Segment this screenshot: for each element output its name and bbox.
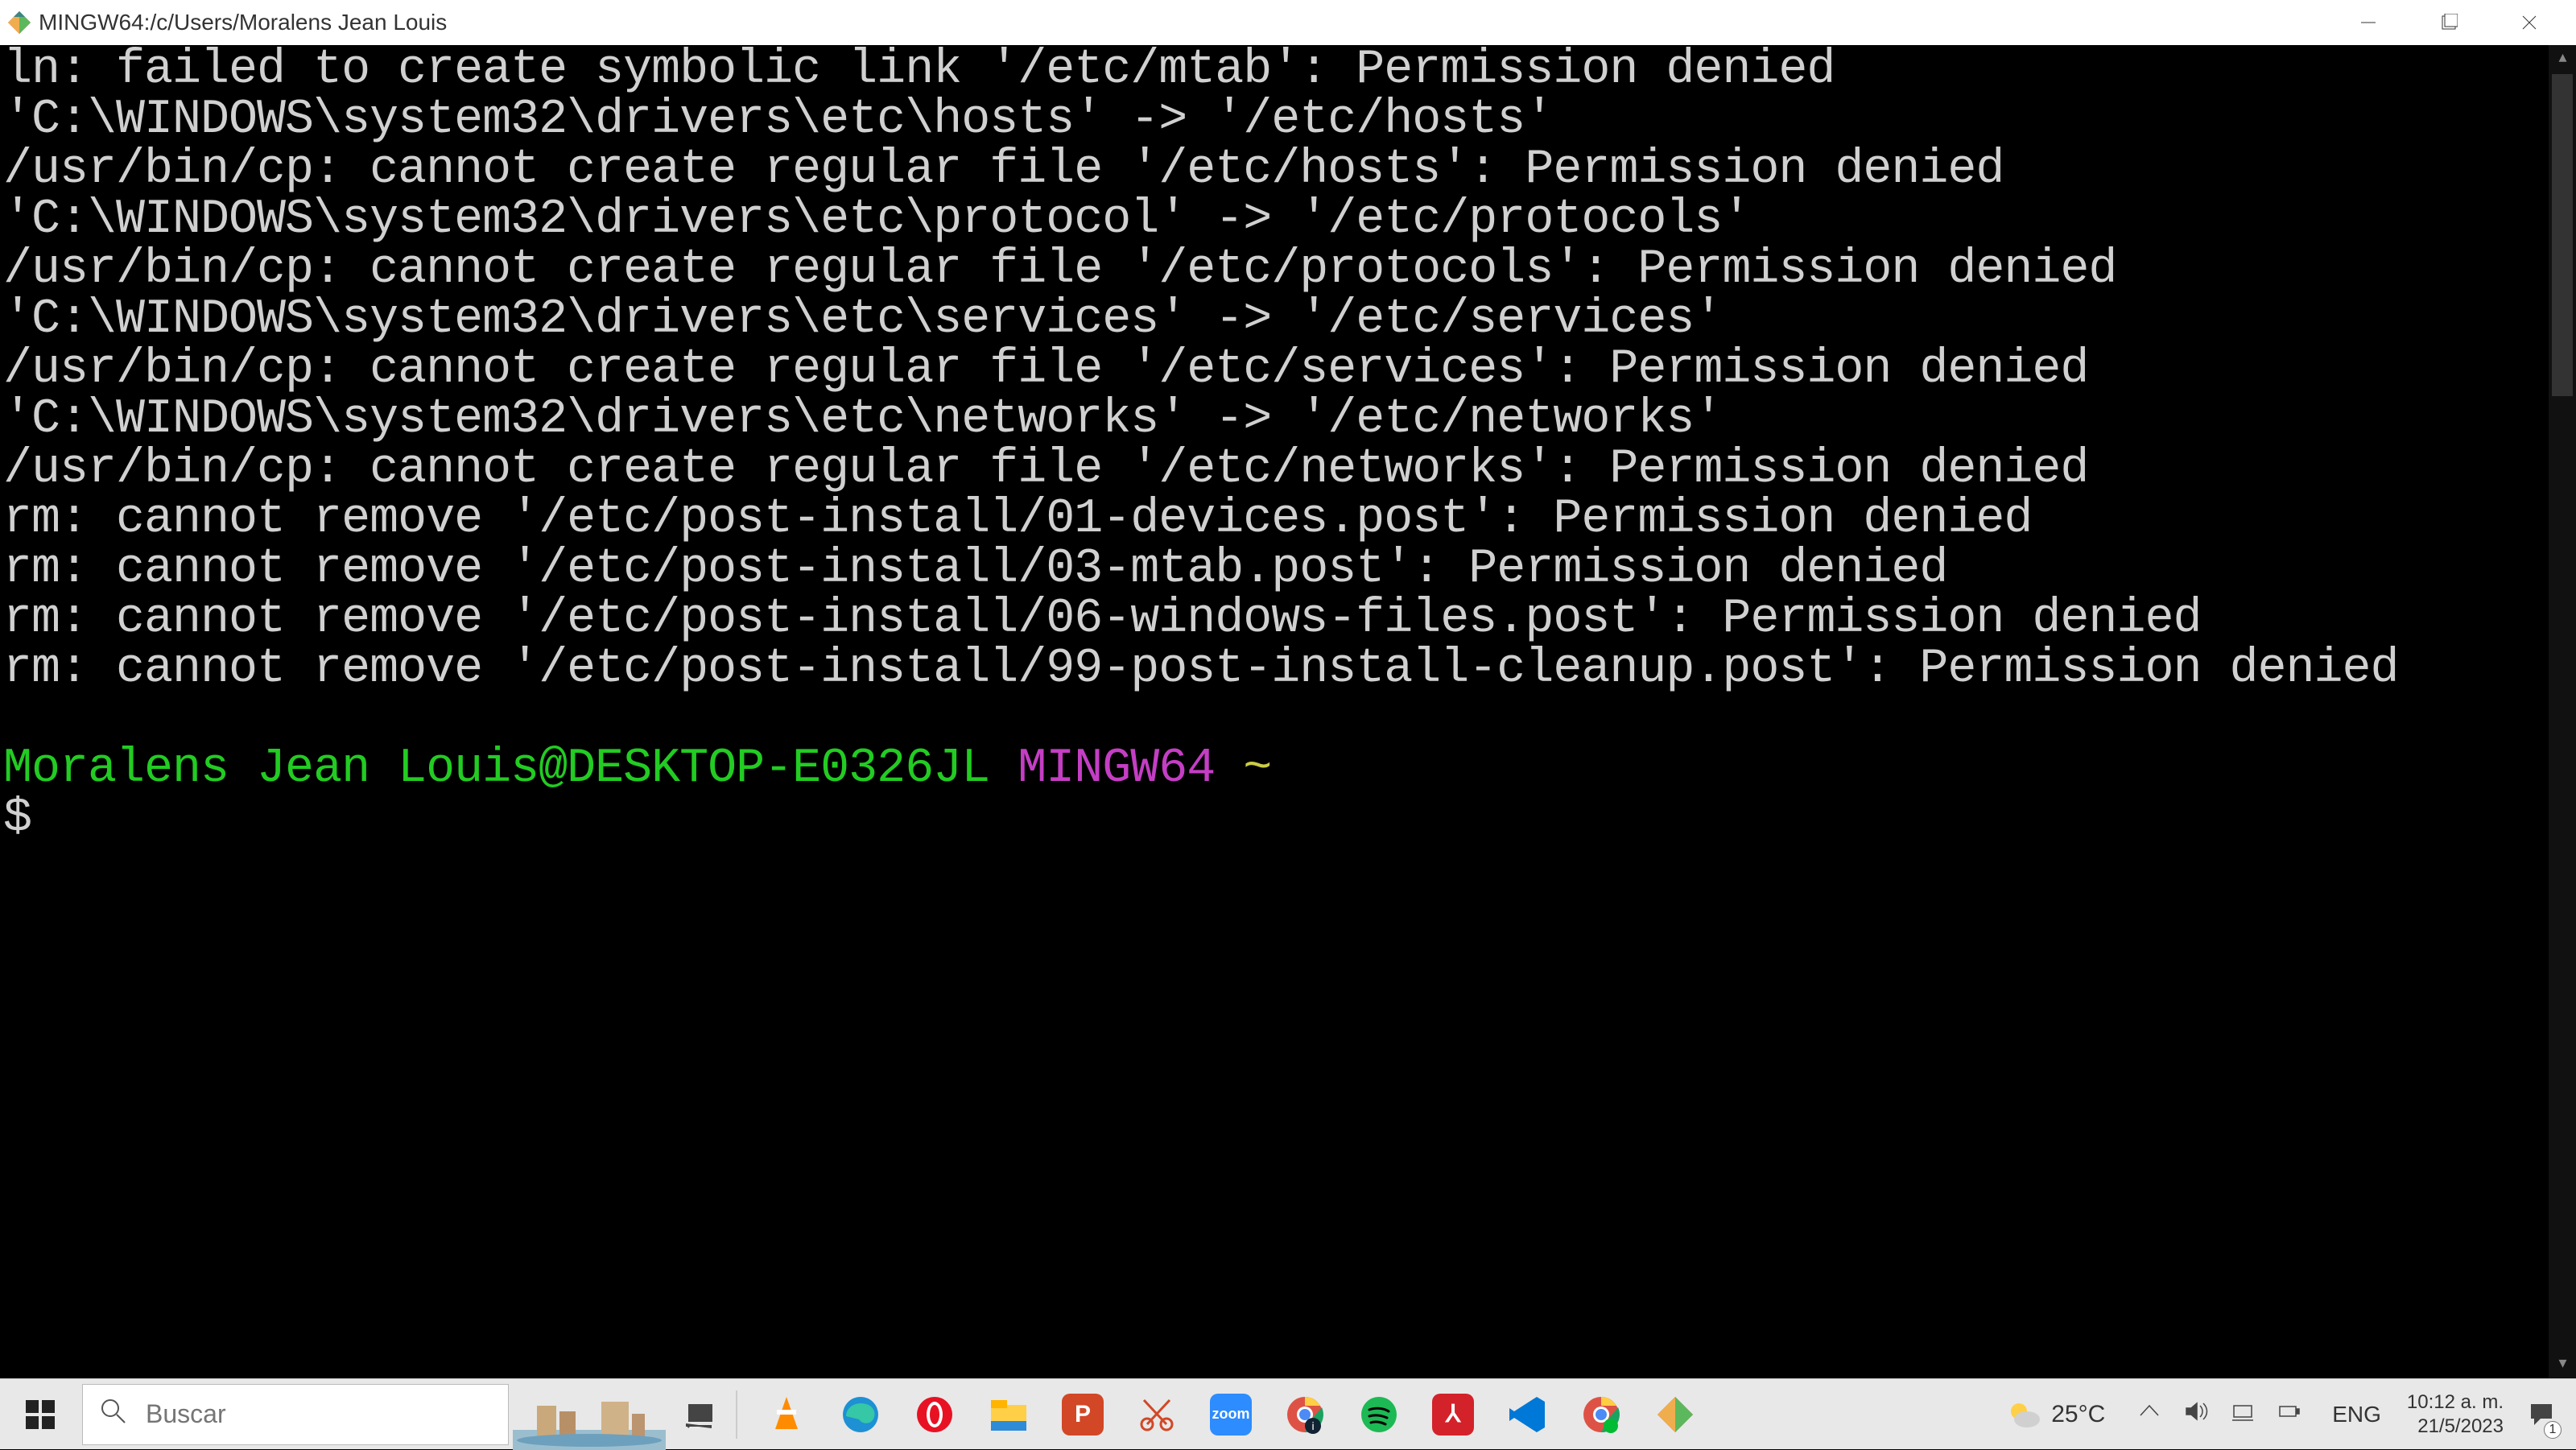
terminal-area[interactable]: ln: failed to create symbolic link '/etc…	[0, 45, 2576, 1378]
app-vlc[interactable]	[758, 1386, 815, 1443]
prompt-path: ~	[1243, 742, 1271, 796]
tray-icons	[2121, 1399, 2318, 1429]
notification-badge: 1	[2544, 1421, 2562, 1439]
maximize-button[interactable]	[2409, 0, 2489, 45]
app-acrobat[interactable]: ⅄	[1425, 1386, 1481, 1443]
app-zoom[interactable]: zoom	[1203, 1386, 1259, 1443]
scroll-thumb[interactable]	[2552, 74, 2573, 396]
app-chrome[interactable]: i	[1277, 1386, 1333, 1443]
scroll-up-icon[interactable]: ▴	[2549, 45, 2576, 72]
app-snip[interactable]	[1129, 1386, 1185, 1443]
minimize-button[interactable]	[2328, 0, 2409, 45]
app-powerpoint[interactable]: P	[1055, 1386, 1111, 1443]
window-title: MINGW64:/c/Users/Moralens Jean Louis	[39, 10, 447, 35]
app-edge[interactable]	[832, 1386, 889, 1443]
action-center-button[interactable]: 1	[2515, 1379, 2568, 1450]
weather-widget[interactable]: 25°C	[1990, 1397, 2121, 1432]
network-icon[interactable]	[2231, 1399, 2255, 1429]
app-git-bash[interactable]	[1647, 1386, 1703, 1443]
terminal-scrollbar[interactable]: ▴ ▾	[2549, 45, 2576, 1378]
git-bash-icon	[6, 10, 32, 35]
start-button[interactable]	[0, 1379, 80, 1450]
svg-text:i: i	[1311, 1419, 1314, 1432]
app-vscode[interactable]	[1499, 1386, 1555, 1443]
windows-logo-icon	[26, 1400, 55, 1429]
prompt-env: MINGW64	[1018, 742, 1215, 796]
clock-date: 21/5/2023	[2417, 1415, 2504, 1439]
search-input[interactable]	[146, 1399, 492, 1429]
close-button[interactable]	[2489, 0, 2570, 45]
taskbar-separator	[736, 1390, 737, 1439]
taskbar-clock[interactable]: 10:12 a. m. 21/5/2023	[2396, 1390, 2515, 1439]
prompt-user-host: Moralens Jean Louis@DESKTOP-E0326JL	[3, 742, 989, 796]
window-titlebar: MINGW64:/c/Users/Moralens Jean Louis	[0, 0, 2576, 45]
app-file-explorer[interactable]	[980, 1386, 1037, 1443]
app-opera[interactable]	[906, 1386, 963, 1443]
taskbar-apps: P zoom i ⅄	[742, 1386, 1719, 1443]
search-highlight-image[interactable]	[509, 1379, 670, 1450]
prompt-symbol: $	[3, 791, 31, 846]
weather-temp: 25°C	[2051, 1401, 2105, 1428]
battery-icon[interactable]	[2277, 1399, 2301, 1429]
taskbar: P zoom i ⅄ 25°C ENG 10:12 a. m. 21/5/202…	[0, 1378, 2576, 1449]
app-chrome-2[interactable]	[1573, 1386, 1629, 1443]
task-view-button[interactable]	[670, 1379, 731, 1450]
weather-icon	[2006, 1397, 2041, 1432]
system-tray: 25°C ENG 10:12 a. m. 21/5/2023 1	[1990, 1379, 2576, 1449]
tray-overflow-icon[interactable]	[2137, 1399, 2161, 1429]
clock-time: 10:12 a. m.	[2407, 1390, 2504, 1415]
scroll-down-icon[interactable]: ▾	[2549, 1351, 2576, 1378]
search-icon	[99, 1397, 126, 1431]
language-indicator[interactable]: ENG	[2318, 1402, 2396, 1427]
window-controls	[2328, 0, 2570, 45]
app-spotify[interactable]	[1351, 1386, 1407, 1443]
taskbar-search[interactable]	[82, 1384, 509, 1445]
volume-icon[interactable]	[2184, 1399, 2208, 1429]
